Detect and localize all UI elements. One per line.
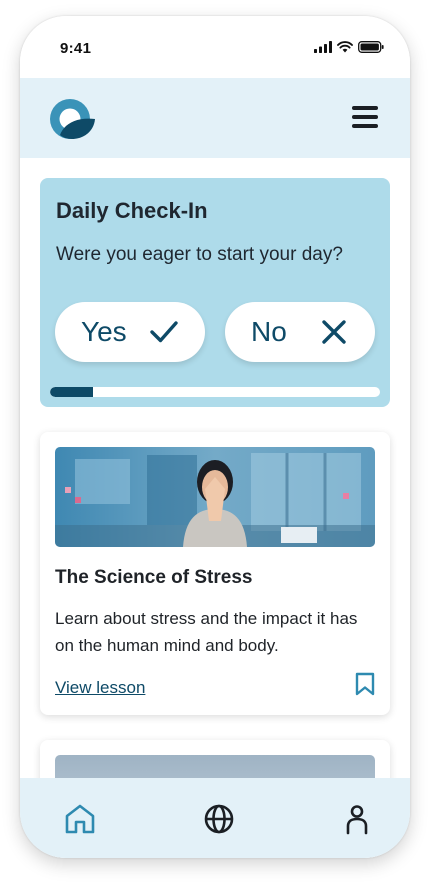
home-icon[interactable] (63, 802, 97, 836)
lesson-title: The Science of Stress (55, 567, 253, 588)
lesson-description: Learn about stress and the impact it has… (55, 609, 358, 655)
status-icons (314, 41, 384, 53)
brand-logo[interactable] (50, 98, 96, 140)
checkin-progress-bar (50, 387, 380, 397)
yes-label: Yes (81, 316, 127, 347)
checkmark-icon (150, 321, 178, 343)
status-bar: 9:41 (20, 16, 410, 78)
stressed-woman-at-desk-photo (55, 447, 375, 547)
globe-icon[interactable] (202, 802, 236, 836)
yes-button[interactable]: Yes (55, 302, 205, 362)
hamburger-menu-icon[interactable] (352, 106, 380, 130)
checkin-question: Were you eager to start your day? (56, 244, 343, 265)
phone-frame: 9:41 Daily Check-In Were you eager to st… (20, 16, 410, 858)
bottom-navigation (20, 778, 410, 858)
checkin-title: Daily Check-In (56, 198, 208, 223)
lesson-card[interactable]: The Science of Stress Learn about stress… (40, 432, 390, 715)
no-label: No (251, 316, 287, 347)
close-icon (322, 320, 346, 344)
wifi-icon (337, 41, 353, 53)
progress-fill (50, 387, 93, 397)
app-header (20, 78, 410, 158)
bookmark-icon[interactable] (354, 672, 376, 696)
view-lesson-link[interactable]: View lesson (55, 678, 145, 698)
status-time: 9:41 (60, 40, 92, 57)
daily-checkin-card: Daily Check-In Were you eager to start y… (40, 178, 390, 407)
signal-icon (314, 41, 332, 53)
no-button[interactable]: No (225, 302, 375, 362)
battery-icon (358, 41, 384, 53)
profile-icon[interactable] (340, 802, 374, 836)
